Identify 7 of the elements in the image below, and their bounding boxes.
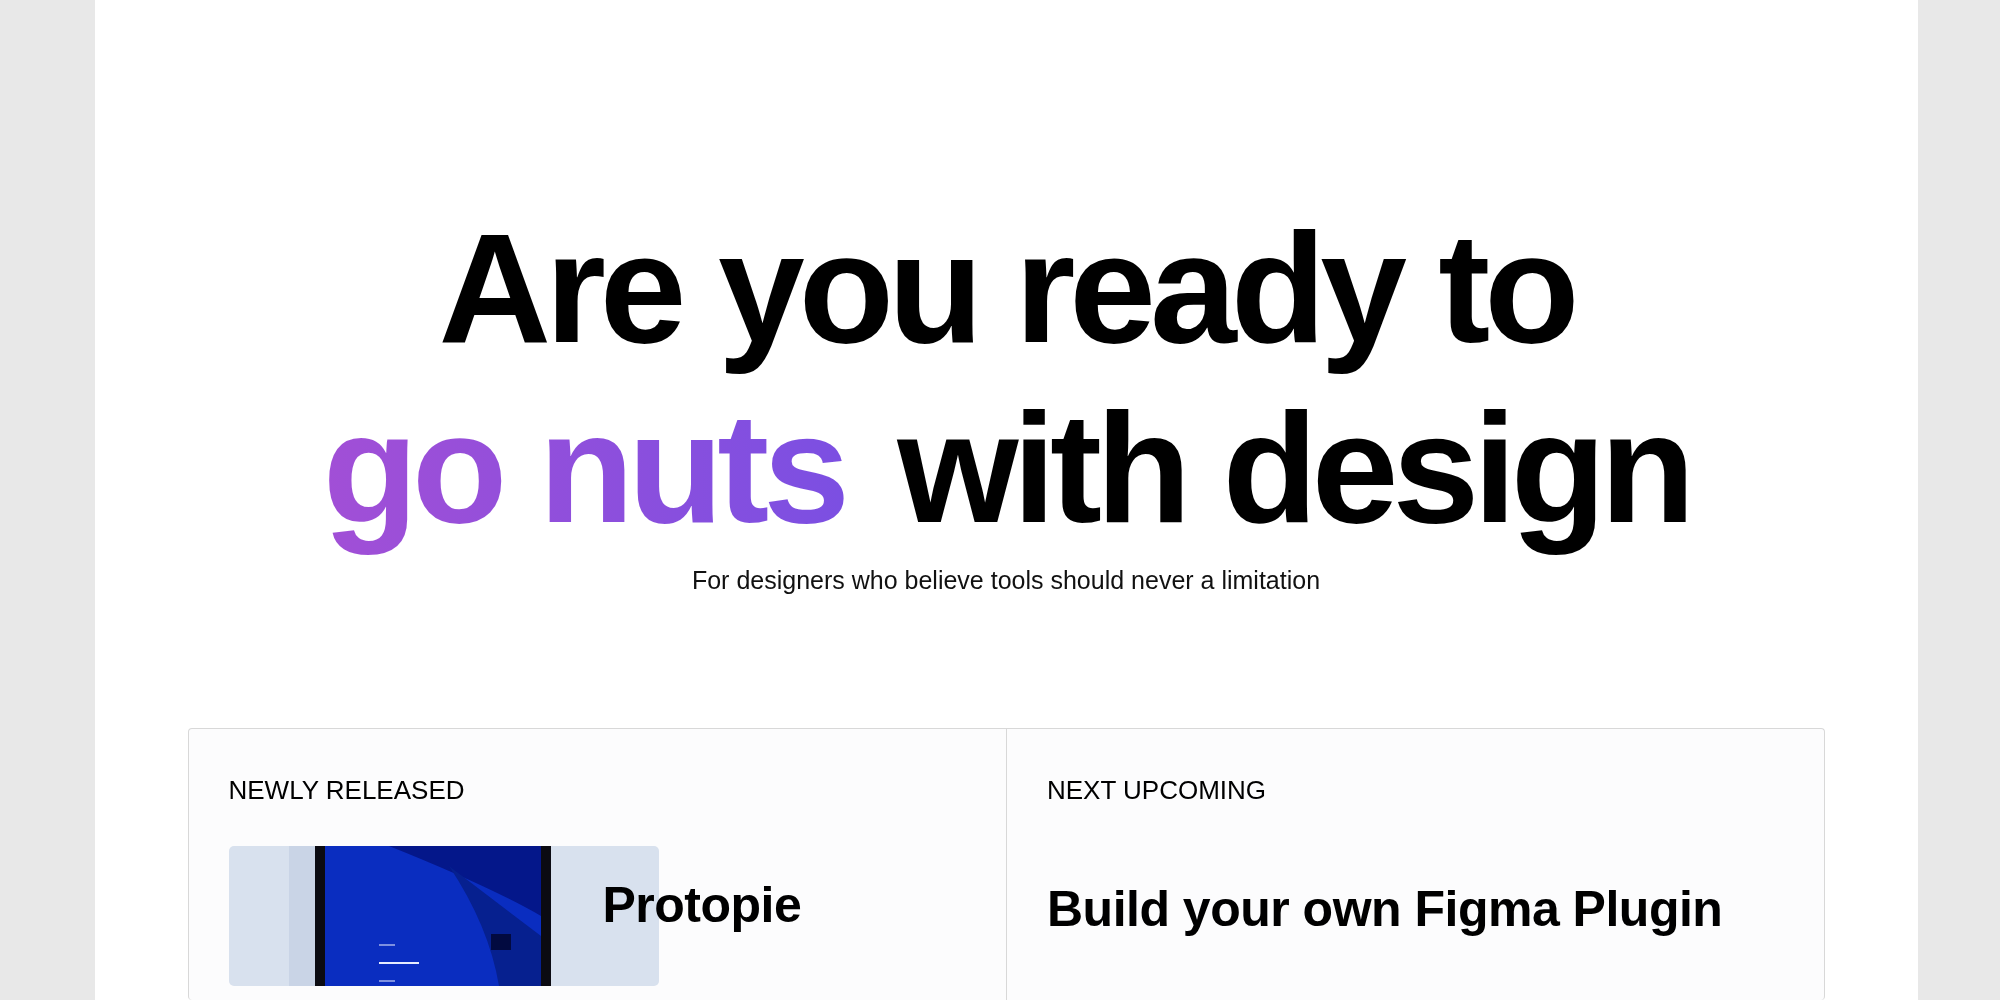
headline-text: Are you ready to bbox=[437, 200, 1575, 377]
subtitle: For designers who believe tools should never a limitation bbox=[691, 566, 1321, 595]
section-label: NEXT UPCOMING bbox=[1047, 775, 1268, 806]
course-title: Build your own Figma Plugin bbox=[1047, 880, 1723, 938]
headline-text: with design bbox=[896, 380, 1691, 557]
course-title: Protopie bbox=[602, 876, 802, 934]
section-label: NEWLY RELEASED bbox=[228, 775, 466, 806]
